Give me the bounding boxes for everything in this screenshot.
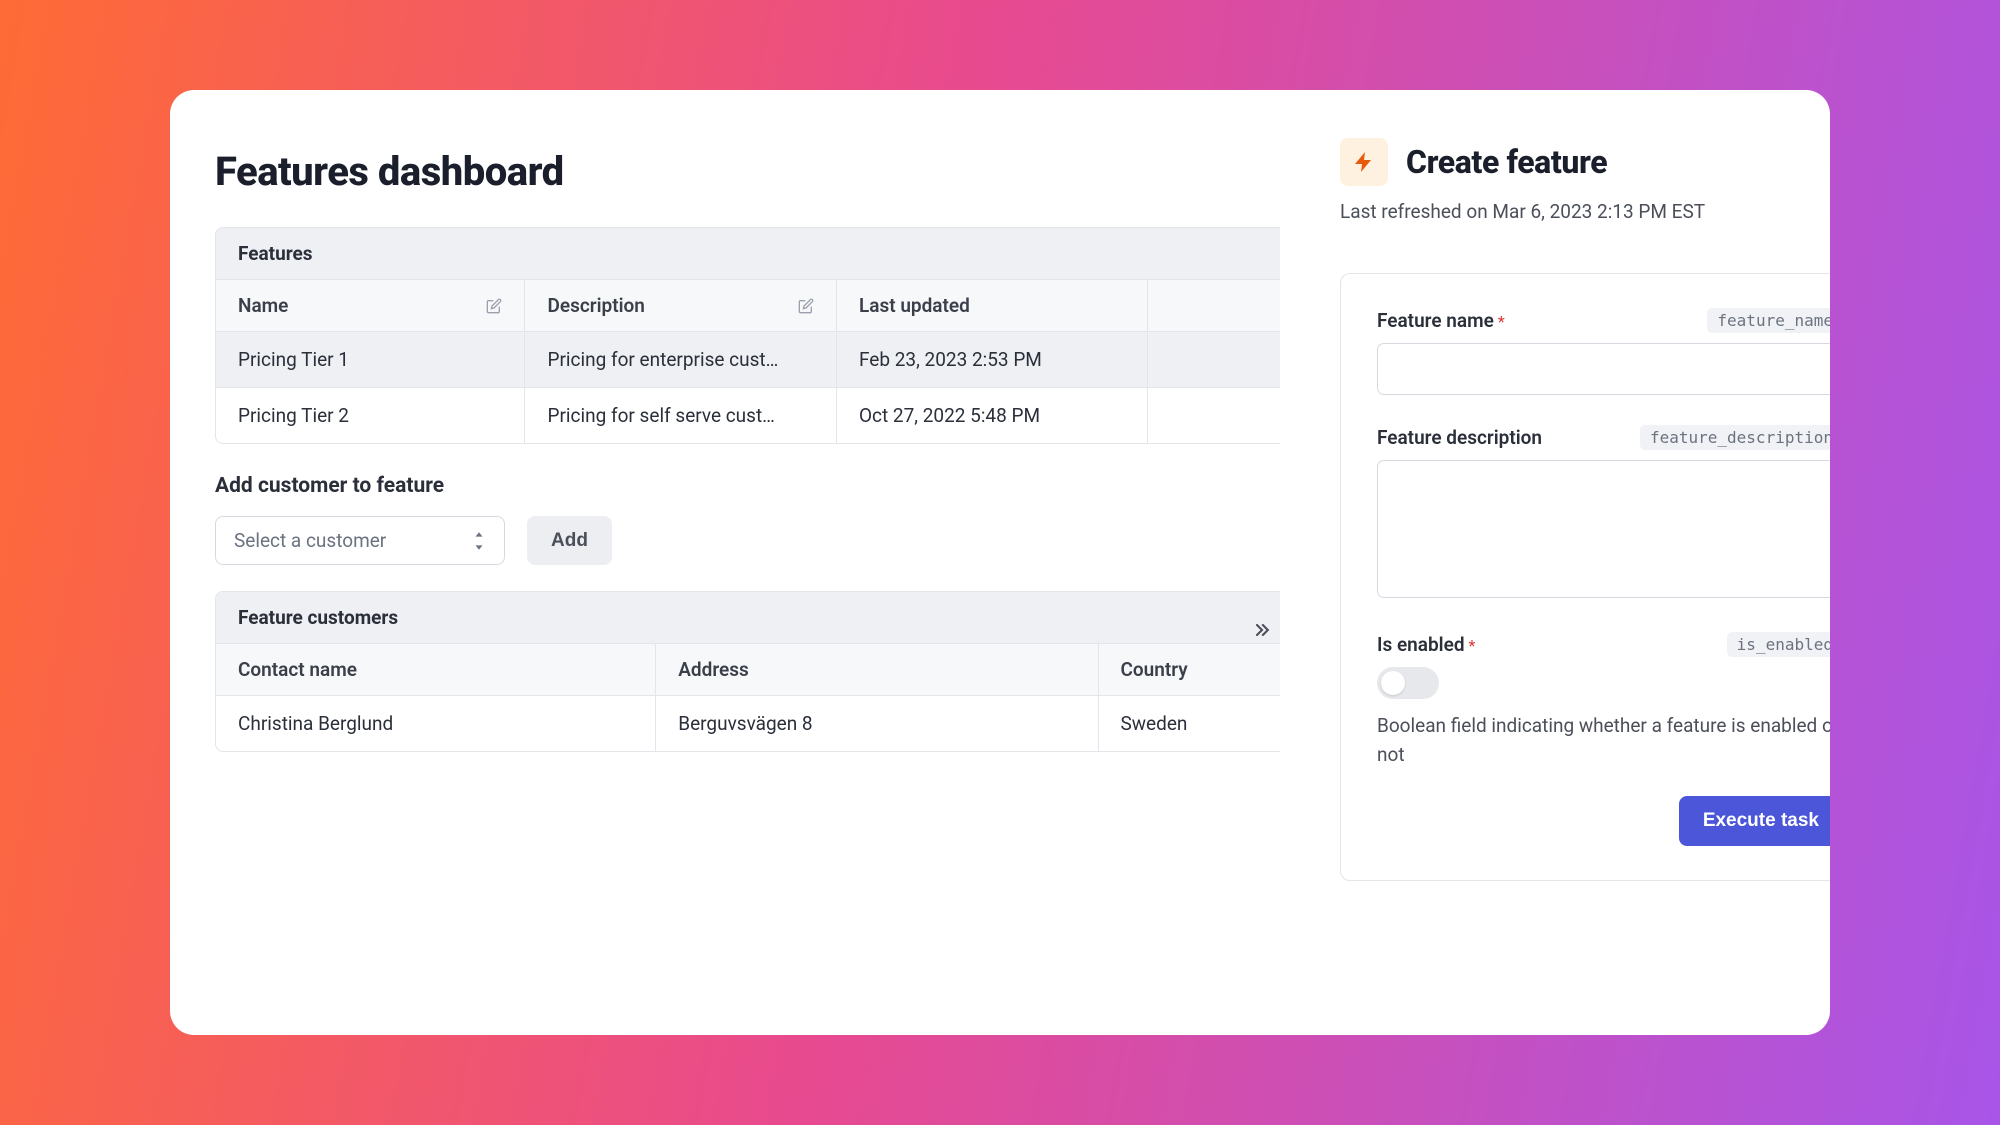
column-label: Address bbox=[678, 658, 749, 681]
features-table: Features Name Description Last updated P… bbox=[215, 227, 1280, 444]
cell-last-updated: Oct 27, 2022 5:48 PM bbox=[837, 388, 1148, 443]
field-code: feature_description bbox=[1640, 425, 1830, 450]
cell-name: Pricing Tier 2 bbox=[216, 388, 525, 443]
column-header-country[interactable]: Country bbox=[1099, 644, 1281, 695]
column-label: Contact name bbox=[238, 658, 357, 681]
customers-table: Feature customers Contact name Address C… bbox=[215, 591, 1280, 752]
page-title: Features dashboard bbox=[215, 148, 1280, 195]
side-panel: Create feature Last refreshed on Mar 6, … bbox=[1340, 138, 1830, 881]
column-label: Country bbox=[1121, 658, 1188, 681]
cell-description: Pricing for enterprise cust… bbox=[525, 332, 836, 387]
customers-table-title: Feature customers bbox=[216, 592, 1280, 643]
table-row[interactable]: Pricing Tier 1 Pricing for enterprise cu… bbox=[216, 331, 1280, 387]
app-card: Features dashboard Features Name Descrip… bbox=[170, 90, 1830, 1035]
field-label: Feature name bbox=[1377, 309, 1494, 332]
field-is-enabled: Is enabled* is_enabled Boolean field ind… bbox=[1377, 632, 1830, 770]
column-header-contact[interactable]: Contact name bbox=[216, 644, 656, 695]
customer-select[interactable]: Select a customer bbox=[215, 516, 505, 565]
table-row[interactable]: Pricing Tier 2 Pricing for self serve cu… bbox=[216, 387, 1280, 443]
create-feature-form: Feature name* feature_name Feature descr… bbox=[1340, 273, 1830, 881]
column-header-name[interactable]: Name bbox=[216, 280, 525, 331]
cell-extra bbox=[1148, 388, 1280, 443]
cell-last-updated: Feb 23, 2023 2:53 PM bbox=[837, 332, 1148, 387]
execute-task-button[interactable]: Execute task bbox=[1679, 796, 1830, 846]
panel-collapse-handle[interactable] bbox=[1252, 620, 1272, 644]
add-button[interactable]: Add bbox=[527, 516, 612, 565]
cell-description: Pricing for self serve cust… bbox=[525, 388, 836, 443]
side-panel-title: Create feature bbox=[1406, 143, 1607, 181]
column-label: Last updated bbox=[859, 294, 970, 317]
features-header-row: Name Description Last updated bbox=[216, 279, 1280, 331]
field-help-text: Boolean field indicating whether a featu… bbox=[1377, 711, 1830, 770]
column-header-address[interactable]: Address bbox=[656, 644, 1098, 695]
features-table-title: Features bbox=[216, 228, 1280, 279]
chevron-sort-icon bbox=[472, 532, 486, 550]
column-header-last-updated[interactable]: Last updated bbox=[837, 280, 1148, 331]
field-code: feature_name bbox=[1707, 308, 1830, 333]
required-marker: * bbox=[1498, 312, 1505, 331]
feature-description-input[interactable] bbox=[1377, 460, 1830, 598]
column-label: Description bbox=[547, 294, 644, 317]
cell-address: Berguvsvägen 8 bbox=[656, 696, 1098, 751]
field-feature-description: Feature description feature_description bbox=[1377, 425, 1830, 602]
customers-header-row: Contact name Address Country bbox=[216, 643, 1280, 695]
toggle-thumb bbox=[1381, 671, 1405, 695]
select-placeholder: Select a customer bbox=[234, 529, 386, 552]
column-header-description[interactable]: Description bbox=[525, 280, 836, 331]
cell-extra bbox=[1148, 332, 1280, 387]
field-code: is_enabled bbox=[1727, 632, 1830, 657]
column-label: Name bbox=[238, 294, 288, 317]
cell-name: Pricing Tier 1 bbox=[216, 332, 525, 387]
lightning-icon bbox=[1340, 138, 1388, 186]
feature-name-input[interactable] bbox=[1377, 343, 1830, 395]
is-enabled-toggle[interactable] bbox=[1377, 667, 1439, 699]
add-customer-row: Select a customer Add bbox=[215, 516, 1280, 565]
field-label: Feature description bbox=[1377, 426, 1542, 449]
column-header-extra bbox=[1148, 280, 1280, 331]
cell-contact: Christina Berglund bbox=[216, 696, 656, 751]
table-row[interactable]: Christina Berglund Berguvsvägen 8 Sweden bbox=[216, 695, 1280, 751]
side-panel-header: Create feature bbox=[1340, 138, 1830, 186]
field-label: Is enabled bbox=[1377, 633, 1465, 656]
required-marker: * bbox=[1469, 636, 1476, 655]
main-panel: Features dashboard Features Name Descrip… bbox=[170, 90, 1280, 1035]
edit-icon bbox=[798, 298, 814, 314]
add-customer-section-label: Add customer to feature bbox=[215, 474, 1280, 498]
last-refreshed-text: Last refreshed on Mar 6, 2023 2:13 PM ES… bbox=[1340, 200, 1830, 223]
cell-country: Sweden bbox=[1099, 696, 1281, 751]
field-feature-name: Feature name* feature_name bbox=[1377, 308, 1830, 395]
edit-icon bbox=[486, 298, 502, 314]
